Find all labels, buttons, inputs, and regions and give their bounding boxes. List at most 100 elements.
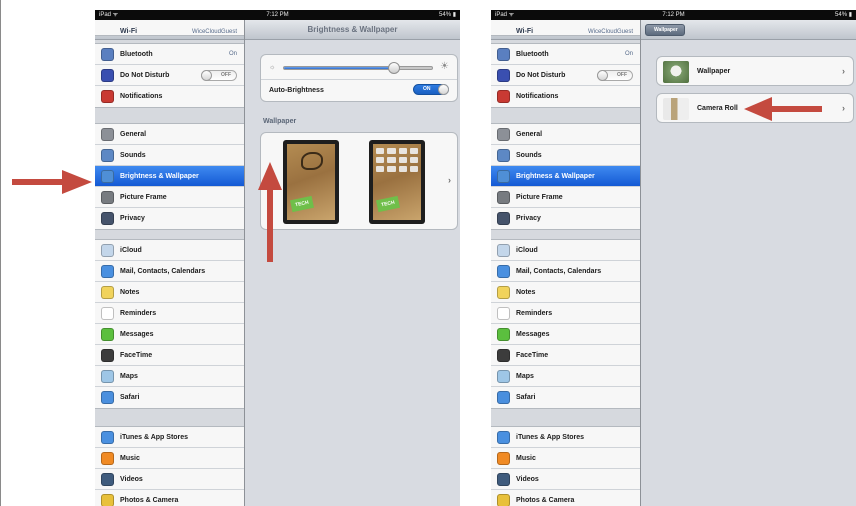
settings-row-music[interactable]: Music [491, 448, 640, 469]
speaker-icon [497, 149, 510, 162]
wallpaper-detail-pane: Wallpaper Wallpaper › Camera Roll › [641, 20, 856, 506]
tech-sticker: TECH [375, 195, 401, 213]
settings-row-bluetooth[interactable]: Bluetooth On [491, 44, 640, 65]
wallpaper-list-item[interactable]: Wallpaper › [656, 56, 854, 86]
arrow-left-annotation [744, 97, 822, 121]
chevron-right-icon: › [448, 175, 451, 185]
auto-brightness-toggle[interactable]: ON [413, 84, 449, 95]
settings-master-pane: Settings Wi-FiWiceCloudGuestBluetoothOnD… [95, 20, 245, 506]
sunflower-icon [497, 494, 510, 506]
facetime-icon [101, 349, 114, 362]
settings-row-photos-camera[interactable]: Photos & Camera [95, 490, 244, 506]
settings-row-privacy[interactable]: Privacy [95, 208, 244, 229]
settings-row-label: Sounds [120, 152, 146, 159]
settings-row-sounds[interactable]: Sounds [95, 145, 244, 166]
settings-row-label: Mail, Contacts, Calendars [120, 268, 206, 275]
settings-row-itunes-app-stores[interactable]: iTunes & App Stores [95, 427, 244, 448]
videos-icon [101, 473, 114, 486]
lock-screen-wallpaper-thumb[interactable]: TECH [283, 140, 339, 224]
picture-frame-icon [101, 191, 114, 204]
settings-row-maps[interactable]: Maps [491, 366, 640, 387]
settings-row-mail-contacts-calendars[interactable]: Mail, Contacts, Calendars [491, 261, 640, 282]
settings-row-bluetooth[interactable]: Bluetooth On [95, 44, 244, 65]
home-screen-wallpaper-thumb[interactable]: TECH [369, 140, 425, 224]
settings-row-privacy[interactable]: Privacy [491, 208, 640, 229]
settings-row-label: iCloud [516, 247, 538, 254]
settings-row-reminders[interactable]: Reminders [491, 303, 640, 324]
settings-row-label: Bluetooth [120, 51, 153, 58]
notes-icon [497, 286, 510, 299]
toggle-off-text: OFF [221, 72, 231, 78]
settings-row-do-not-disturb[interactable]: Do Not Disturb OFF [491, 65, 640, 86]
settings-group: General Sounds Brightness & Wallpaper Pictu… [95, 123, 244, 230]
settings-group: iTunes & App Stores Music Videos Photos & C… [95, 426, 244, 506]
settings-row-label: Sounds [516, 152, 542, 159]
settings-group: Bluetooth On Do Not Disturb OFF Notification… [95, 43, 244, 108]
settings-row-photos-camera[interactable]: Photos & Camera [491, 490, 640, 506]
gear-icon [497, 128, 510, 141]
brightness-detail-pane: Brightness & Wallpaper ☼ ☀ Auto-Brightne… [245, 20, 460, 506]
settings-row-videos[interactable]: Videos [95, 469, 244, 490]
wallpaper-card[interactable]: TECH TECH › [260, 132, 458, 230]
safari-icon [497, 391, 510, 404]
do-not-disturb-toggle[interactable]: OFF [597, 70, 633, 81]
settings-row-icloud[interactable]: iCloud [491, 240, 640, 261]
settings-row-maps[interactable]: Maps [95, 366, 244, 387]
do-not-disturb-toggle[interactable]: OFF [201, 70, 237, 81]
settings-row-value: WiceCloudGuest [587, 29, 633, 35]
mail-icon [101, 265, 114, 278]
settings-row-general[interactable]: General [491, 124, 640, 145]
settings-row-label: FaceTime [120, 352, 153, 359]
back-button[interactable]: Wallpaper [645, 24, 685, 36]
settings-row-general[interactable]: General [95, 124, 244, 145]
clock: 7:12 PM [662, 12, 685, 18]
notifications-icon [497, 90, 510, 103]
settings-row-facetime[interactable]: FaceTime [491, 345, 640, 366]
speaker-icon [101, 149, 114, 162]
brightness-slider[interactable] [283, 62, 433, 74]
safari-icon [101, 391, 114, 404]
settings-row-label: Brightness & Wallpaper [516, 173, 595, 180]
settings-row-label: FaceTime [516, 352, 549, 359]
settings-row-mail-contacts-calendars[interactable]: Mail, Contacts, Calendars [95, 261, 244, 282]
settings-row-picture-frame[interactable]: Picture Frame [95, 187, 244, 208]
settings-row-sounds[interactable]: Sounds [491, 145, 640, 166]
settings-row-label: Photos & Camera [120, 497, 179, 504]
settings-row-brightness-wallpaper[interactable]: Brightness & Wallpaper [491, 166, 640, 187]
settings-row-itunes-app-stores[interactable]: iTunes & App Stores [491, 427, 640, 448]
slider-fill [284, 67, 394, 69]
slider-knob[interactable] [387, 62, 400, 74]
settings-group-wifi: Wi-Fi WiceCloudGuest [491, 20, 640, 36]
settings-row-value: On [624, 51, 633, 57]
settings-row-wifi[interactable]: Wi-Fi WiceCloudGuest [95, 20, 244, 35]
settings-row-messages[interactable]: Messages [491, 324, 640, 345]
settings-row-label: Notifications [516, 93, 559, 100]
settings-row-notifications[interactable]: Notifications [95, 86, 244, 107]
maps-icon [101, 370, 114, 383]
battery-indicator: 54% ▮ [439, 12, 456, 18]
moon-icon [101, 69, 114, 82]
settings-row-notifications[interactable]: Notifications [491, 86, 640, 107]
settings-row-reminders[interactable]: Reminders [95, 303, 244, 324]
doodle-art [301, 152, 323, 170]
settings-row-wifi[interactable]: Wi-Fi WiceCloudGuest [491, 20, 640, 35]
settings-row-notes[interactable]: Notes [491, 282, 640, 303]
settings-row-safari[interactable]: Safari [95, 387, 244, 408]
settings-row-notes[interactable]: Notes [95, 282, 244, 303]
settings-group: iCloud Mail, Contacts, Calendars Notes Remi… [491, 239, 640, 409]
settings-row-label: Safari [516, 394, 536, 401]
sunflower-icon [101, 494, 114, 506]
settings-row-facetime[interactable]: FaceTime [95, 345, 244, 366]
settings-row-picture-frame[interactable]: Picture Frame [491, 187, 640, 208]
ipad-screen-wallpaper: iPad ᯤ 7:12 PM 54% ▮ Settings Wi-FiWiceC… [491, 10, 856, 506]
settings-row-do-not-disturb[interactable]: Do Not Disturb OFF [95, 65, 244, 86]
settings-row-label: Wi-Fi [120, 28, 138, 35]
settings-row-label: Music [120, 455, 140, 462]
settings-row-messages[interactable]: Messages [95, 324, 244, 345]
settings-row-brightness-wallpaper[interactable]: Brightness & Wallpaper [95, 166, 244, 187]
settings-row-icloud[interactable]: iCloud [95, 240, 244, 261]
settings-row-music[interactable]: Music [95, 448, 244, 469]
settings-row-label: General [516, 131, 543, 138]
settings-row-safari[interactable]: Safari [491, 387, 640, 408]
settings-row-videos[interactable]: Videos [491, 469, 640, 490]
